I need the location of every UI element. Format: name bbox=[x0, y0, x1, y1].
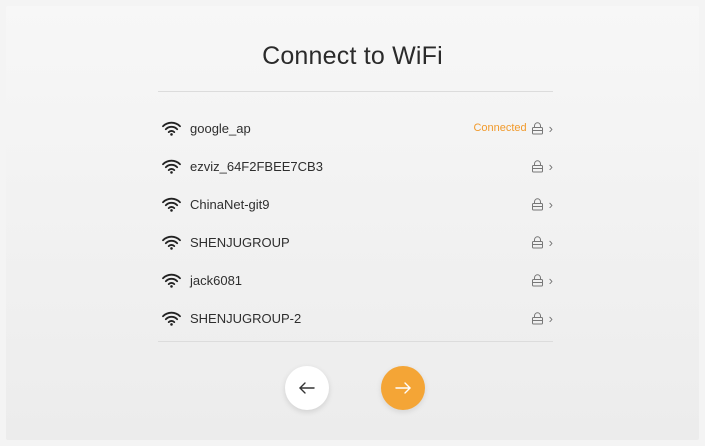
lock-icon bbox=[531, 311, 544, 325]
next-button[interactable] bbox=[381, 366, 425, 410]
wifi-icon bbox=[162, 235, 181, 250]
page-title: Connect to WiFi bbox=[262, 42, 443, 70]
connection-status: Connected bbox=[473, 122, 527, 134]
lock-icon bbox=[531, 159, 544, 173]
arrow-right-icon bbox=[395, 382, 411, 394]
wifi-network-row[interactable]: google_ap Connected › bbox=[158, 109, 553, 147]
bottom-divider bbox=[158, 341, 553, 342]
wifi-icon bbox=[162, 197, 181, 212]
wifi-network-list: google_ap Connected › ezviz_64F2FBEE7CB3… bbox=[158, 109, 553, 337]
network-ssid: SHENJUGROUP-2 bbox=[190, 310, 302, 326]
chevron-right-icon: › bbox=[548, 234, 553, 250]
wifi-icon bbox=[162, 159, 181, 174]
wifi-network-row[interactable]: jack6081 › bbox=[158, 261, 553, 299]
wifi-icon bbox=[162, 121, 181, 136]
lock-icon bbox=[531, 235, 544, 249]
wifi-icon bbox=[162, 273, 181, 288]
network-ssid: jack6081 bbox=[190, 272, 243, 288]
top-divider bbox=[158, 91, 553, 92]
network-ssid: ezviz_64F2FBEE7CB3 bbox=[190, 158, 323, 174]
wifi-network-row[interactable]: ChinaNet-git9 › bbox=[158, 185, 553, 223]
chevron-right-icon: › bbox=[548, 120, 553, 136]
wifi-icon bbox=[162, 311, 181, 326]
chevron-right-icon: › bbox=[548, 272, 553, 288]
lock-icon bbox=[531, 273, 544, 287]
wifi-network-row[interactable]: SHENJUGROUP › bbox=[158, 223, 553, 261]
wifi-network-row[interactable]: SHENJUGROUP-2 › bbox=[158, 299, 553, 337]
chevron-right-icon: › bbox=[548, 196, 553, 212]
wifi-network-row[interactable]: ezviz_64F2FBEE7CB3 › bbox=[158, 147, 553, 185]
network-ssid: SHENJUGROUP bbox=[190, 234, 290, 250]
arrow-left-icon bbox=[299, 382, 315, 394]
chevron-right-icon: › bbox=[548, 310, 553, 326]
network-ssid: google_ap bbox=[190, 120, 251, 136]
chevron-right-icon: › bbox=[548, 158, 553, 174]
back-button[interactable] bbox=[285, 366, 329, 410]
lock-icon bbox=[531, 197, 544, 211]
network-ssid: ChinaNet-git9 bbox=[190, 196, 270, 212]
lock-icon bbox=[531, 121, 544, 135]
